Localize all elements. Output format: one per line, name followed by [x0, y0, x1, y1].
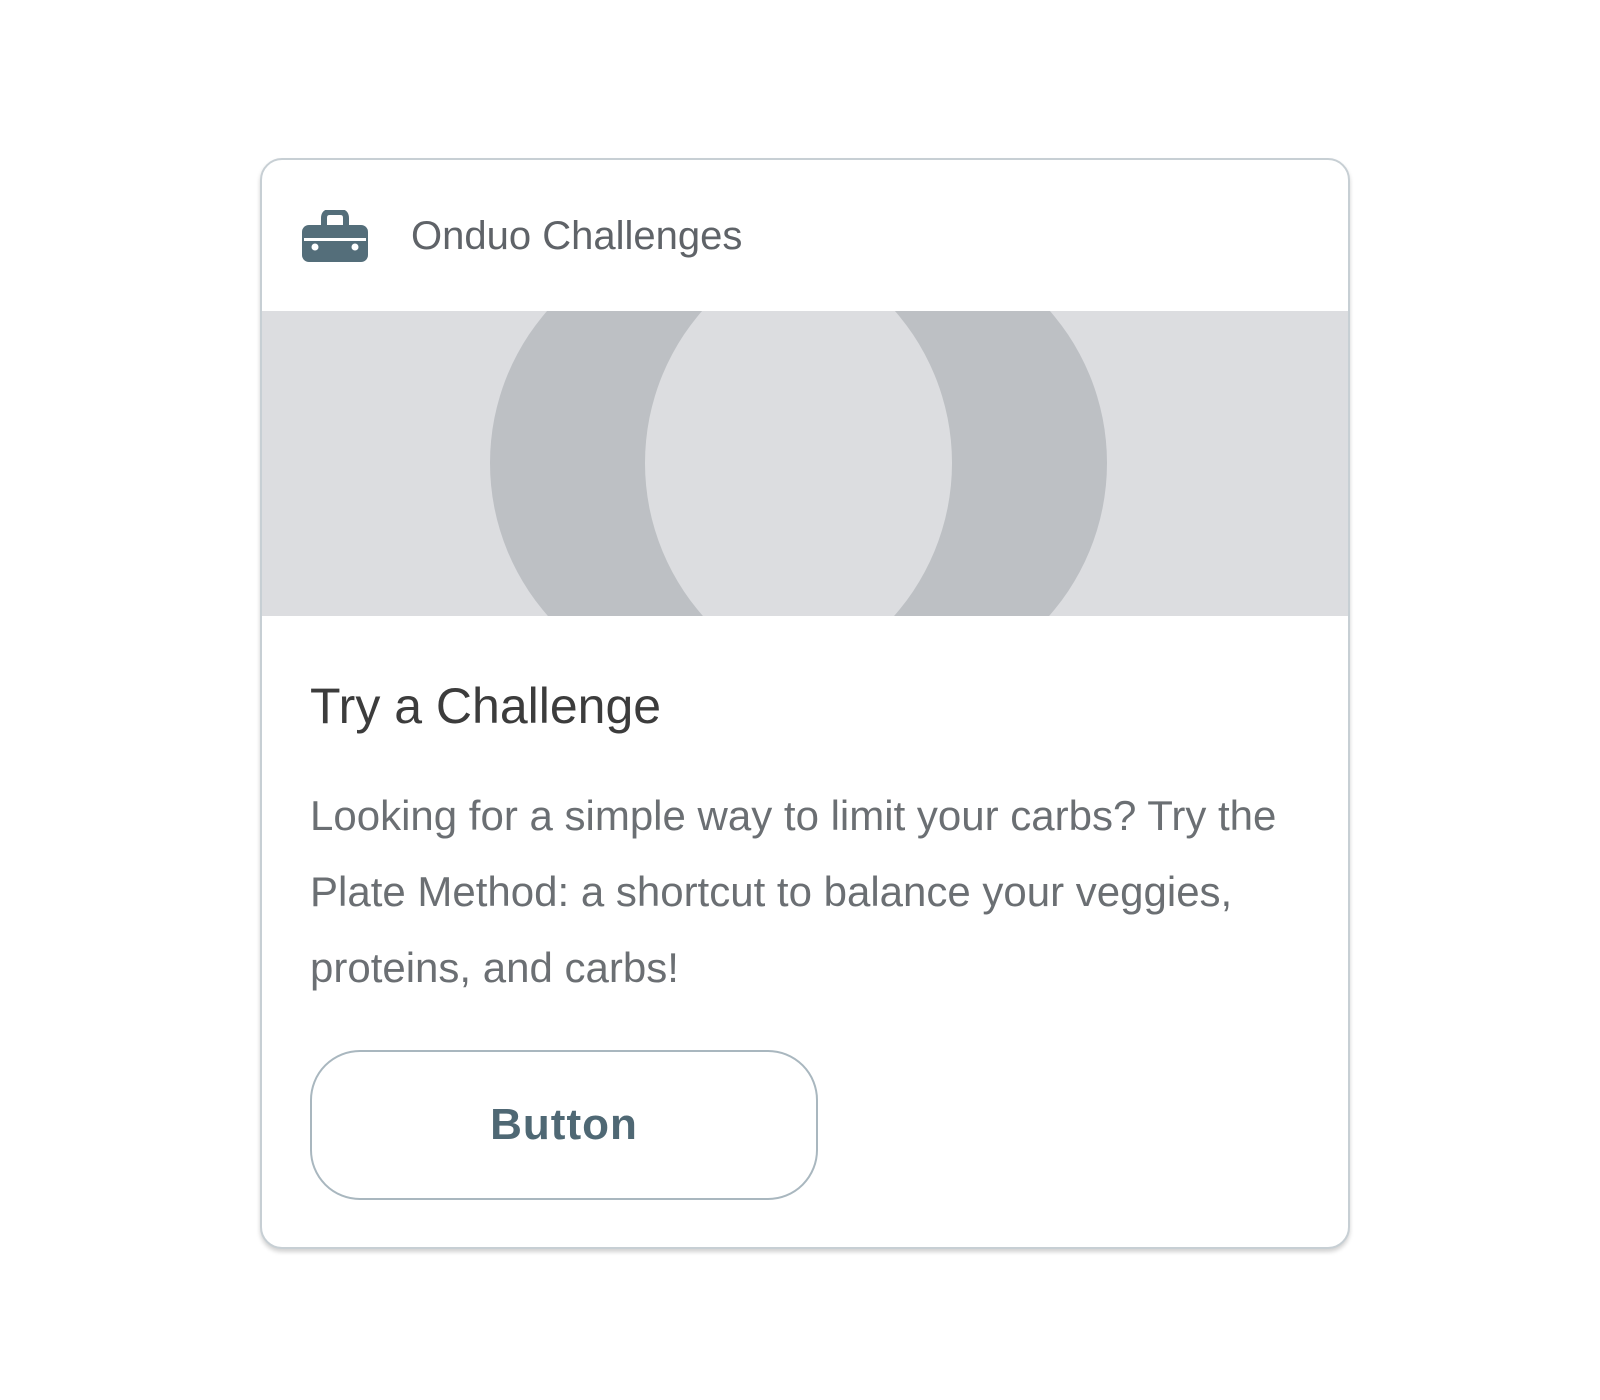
challenge-card: Onduo Challenges Try a Challenge Looking…: [260, 158, 1350, 1249]
card-title: Try a Challenge: [310, 678, 662, 734]
card-description: Looking for a simple way to limit your c…: [310, 792, 1277, 991]
primary-button[interactable]: Button: [310, 1050, 818, 1200]
hero-image: [262, 311, 1348, 616]
toolbox-icon: [302, 209, 368, 262]
card-source-title: Onduo Challenges: [411, 214, 743, 258]
card-header: Onduo Challenges: [262, 160, 1348, 312]
